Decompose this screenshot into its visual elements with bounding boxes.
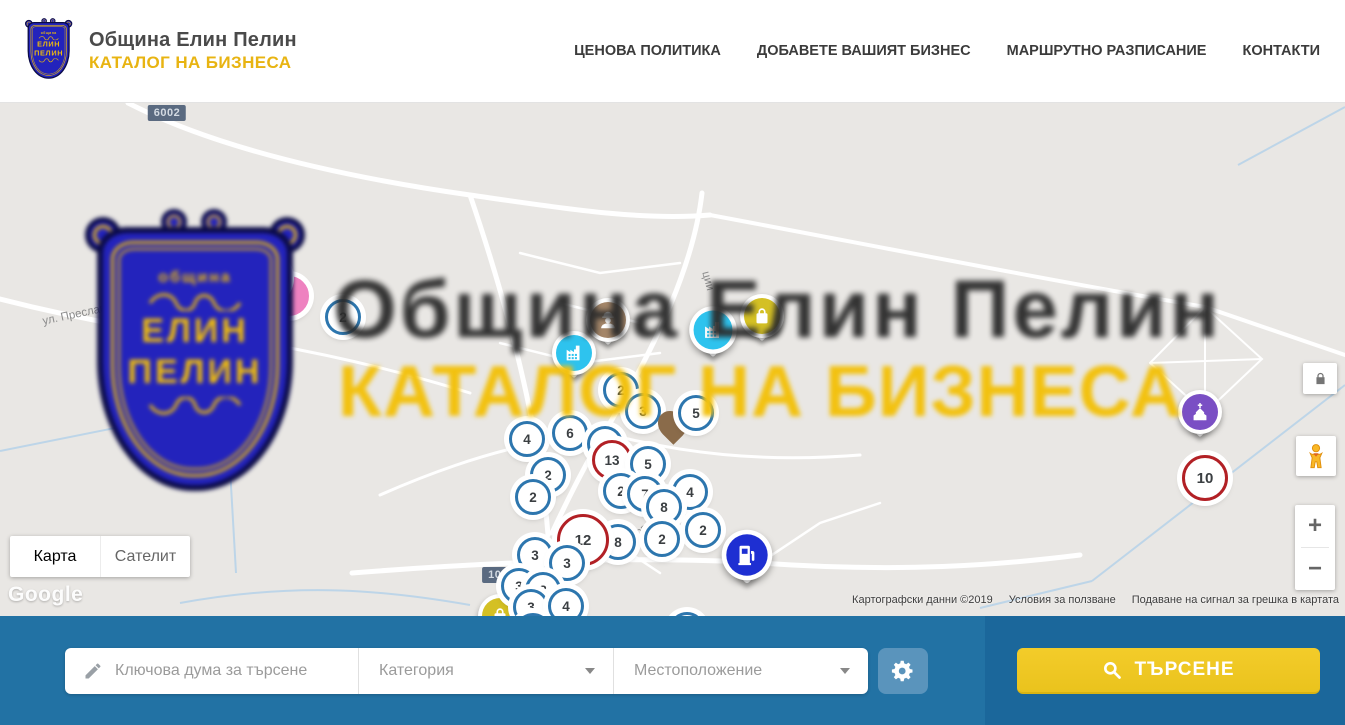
- bag-icon: [744, 298, 780, 334]
- location-dropdown[interactable]: Местоположение: [613, 648, 868, 694]
- nav-item-contacts[interactable]: КОНТАКТИ: [1242, 43, 1320, 59]
- site-subtitle: КАТАЛОГ НА БИЗНЕСА: [89, 53, 297, 73]
- cluster-count: 4: [523, 432, 531, 447]
- church-pin-marker[interactable]: [1178, 390, 1222, 450]
- zoom-out-button[interactable]: −: [1295, 548, 1335, 590]
- cluster-count: 2: [617, 484, 625, 499]
- cluster-marker-3[interactable]: 3: [625, 393, 661, 429]
- cluster-marker-5[interactable]: 5: [217, 268, 253, 304]
- cluster-marker-2[interactable]: 2: [644, 521, 680, 557]
- google-logo[interactable]: Google: [8, 583, 83, 607]
- lock-button[interactable]: [1303, 363, 1337, 394]
- site-title: Община Елин Пелин: [89, 29, 297, 52]
- chevron-down-icon: [840, 668, 850, 674]
- cluster-marker-6[interactable]: 6: [552, 415, 588, 451]
- keyword-field-section: [65, 648, 358, 694]
- pencil-icon: [83, 661, 103, 681]
- cluster-marker-2[interactable]: 2: [515, 479, 551, 515]
- factory-icon: [694, 311, 733, 350]
- search-fields-group: Категория Местоположение: [65, 648, 868, 694]
- bag-pin-marker[interactable]: [740, 294, 784, 354]
- cluster-marker-4[interactable]: 4: [548, 588, 584, 616]
- pegman-icon: [1302, 442, 1330, 470]
- cluster-count: 2: [529, 490, 537, 505]
- cluster-marker-2[interactable]: 2: [325, 299, 361, 335]
- site-logo[interactable]: община ЕЛИН ПЕЛИН Община Елин Пелин КАТА…: [25, 19, 297, 83]
- nav-item-pricing[interactable]: ЦЕНОВА ПОЛИТИКА: [574, 43, 721, 59]
- cluster-marker-10[interactable]: 10: [1182, 455, 1228, 501]
- chevron-down-icon: [585, 668, 595, 674]
- cluster-count: 2: [658, 532, 666, 547]
- worker-icon: [590, 302, 626, 338]
- factory-pin-marker[interactable]: [689, 306, 737, 371]
- cluster-count: 8: [660, 500, 668, 515]
- map-data-copyright: Картографски данни ©2019: [852, 594, 993, 606]
- cluster-count: 4: [562, 599, 570, 614]
- category-dropdown[interactable]: Категория: [358, 648, 613, 694]
- cluster-count: 12: [575, 532, 592, 549]
- fuel-pin-marker[interactable]: [722, 530, 773, 599]
- header: община ЕЛИН ПЕЛИН Община Елин Пелин КАТА…: [0, 0, 1345, 103]
- gear-icon: [891, 659, 915, 683]
- cluster-count: 3: [639, 404, 647, 419]
- cluster-count: 5: [644, 457, 652, 472]
- cluster-count: 3: [214, 250, 222, 265]
- location-dropdown-value: Местоположение: [634, 662, 762, 680]
- cluster-count: 8: [614, 535, 622, 550]
- factory-icon: [140, 240, 176, 276]
- street-view-pegman-button[interactable]: [1296, 436, 1336, 476]
- map-type-map-button[interactable]: Карта: [10, 536, 100, 577]
- cluster-marker-8[interactable]: 8: [646, 489, 682, 525]
- church-icon: [1182, 394, 1218, 430]
- fuel-icon: [726, 534, 767, 575]
- terms-link[interactable]: Условия за ползване: [1009, 594, 1116, 606]
- map-type-control: Карта Сателит: [10, 536, 190, 577]
- cluster-marker-4[interactable]: 4: [509, 421, 545, 457]
- cluster-count: 5: [692, 406, 700, 421]
- map-type-satellite-button[interactable]: Сателит: [100, 536, 190, 577]
- search-icon: [1102, 660, 1122, 680]
- road-number-chip: 6002: [148, 105, 186, 121]
- search-bar: Категория Местоположение ТЪРСЕНЕ: [0, 616, 1345, 725]
- cluster-marker[interactable]: [188, 311, 224, 347]
- cluster-count: 3: [563, 556, 571, 571]
- search-button[interactable]: ТЪРСЕНЕ: [1017, 648, 1320, 694]
- cluster-count: 3: [531, 548, 539, 563]
- lock-icon: [1313, 371, 1328, 386]
- cluster-count: 5: [231, 279, 239, 294]
- main-nav: ЦЕНОВА ПОЛИТИКА ДОБАВЕТЕ ВАШИЯТ БИЗНЕС М…: [574, 43, 1320, 59]
- cluster-count: 12: [257, 270, 274, 287]
- cluster-count: 2: [699, 523, 707, 538]
- advanced-settings-button[interactable]: [878, 648, 928, 694]
- category-dropdown-value: Категория: [379, 662, 454, 680]
- google-map-canvas[interactable]: 6002105 ул. Преславбул. „Новоселци”ции 3…: [0, 103, 1345, 616]
- nav-item-bus-schedule[interactable]: МАРШРУТНО РАЗПИСАНИЕ: [1007, 43, 1207, 59]
- zoom-control: + −: [1295, 505, 1335, 590]
- cluster-count: 2: [339, 310, 347, 325]
- report-error-link[interactable]: Подаване на сигнал за грешка в картата: [1132, 594, 1339, 606]
- cluster-marker-2[interactable]: 2: [685, 512, 721, 548]
- factory-pin-marker[interactable]: [136, 236, 180, 296]
- cluster-count: 4: [686, 485, 694, 500]
- keyword-search-input[interactable]: [115, 662, 335, 680]
- cluster-count: 13: [604, 453, 619, 468]
- zoom-in-button[interactable]: +: [1295, 505, 1335, 547]
- cluster-count: 2: [617, 383, 625, 398]
- cluster-count: 2: [186, 277, 194, 292]
- worker-pin-marker[interactable]: [586, 298, 630, 358]
- cluster-count: 6: [566, 426, 574, 441]
- municipality-crest-logo: община ЕЛИН ПЕЛИН: [25, 19, 75, 83]
- cluster-count: 2: [544, 468, 552, 483]
- map-attribution: Картографски данни ©2019 Условия за полз…: [852, 594, 1339, 606]
- cluster-marker-5[interactable]: 5: [678, 395, 714, 431]
- search-button-label: ТЪРСЕНЕ: [1134, 659, 1234, 681]
- nav-item-add-business[interactable]: ДОБАВЕТЕ ВАШИЯТ БИЗНЕС: [757, 43, 971, 59]
- cluster-count: 10: [1197, 470, 1214, 487]
